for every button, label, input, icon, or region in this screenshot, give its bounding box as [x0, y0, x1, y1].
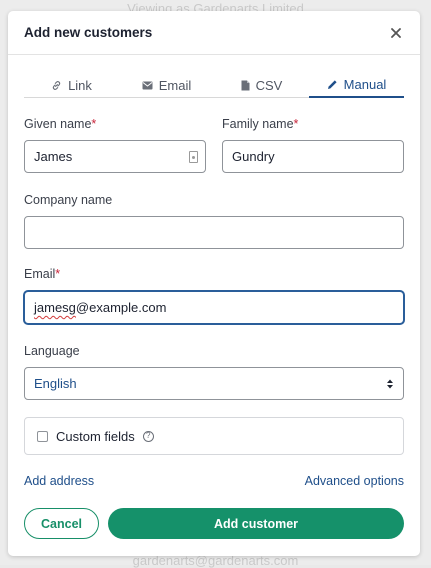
- close-icon[interactable]: [388, 25, 404, 41]
- link-icon: [51, 80, 62, 91]
- email-domain-part: @example.com: [76, 300, 167, 315]
- language-select[interactable]: English: [24, 367, 404, 400]
- given-name-label-text: Given name: [24, 117, 91, 131]
- advanced-options-link[interactable]: Advanced options: [305, 474, 404, 488]
- select-arrows-icon: [386, 378, 394, 390]
- family-name-input[interactable]: Gundry: [222, 140, 404, 173]
- family-name-value: Gundry: [232, 149, 275, 164]
- email-input[interactable]: jamesg@example.com: [24, 291, 404, 324]
- modal-header: Add new customers: [8, 11, 420, 55]
- email-value: jamesg@example.com: [34, 300, 166, 315]
- tab-link[interactable]: Link: [24, 73, 119, 97]
- help-icon[interactable]: ?: [143, 431, 154, 442]
- method-tabs: Link Email CSV Manual: [24, 73, 404, 98]
- modal-title: Add new customers: [24, 25, 152, 40]
- language-value: English: [34, 376, 77, 391]
- email-misspelled-part: jamesg: [34, 300, 76, 315]
- tab-link-label: Link: [68, 78, 92, 93]
- family-name-label: Family name*: [222, 117, 298, 131]
- custom-fields-row: Custom fields ?: [24, 417, 404, 455]
- tab-csv[interactable]: CSV: [214, 73, 309, 97]
- contact-card-icon[interactable]: [189, 151, 198, 163]
- file-icon: [241, 80, 250, 91]
- add-customers-modal: Add new customers Link Email CSV: [8, 11, 420, 556]
- given-name-input[interactable]: James: [24, 140, 206, 173]
- add-customer-button[interactable]: Add customer: [108, 508, 404, 539]
- email-label: Email*: [24, 267, 60, 281]
- language-label: Language: [24, 344, 80, 358]
- tab-manual-label: Manual: [344, 77, 387, 92]
- required-mark: *: [55, 267, 60, 281]
- envelope-icon: [142, 81, 153, 90]
- cancel-button[interactable]: Cancel: [24, 508, 99, 539]
- tab-manual[interactable]: Manual: [309, 73, 404, 98]
- add-address-link[interactable]: Add address: [24, 474, 94, 488]
- required-mark: *: [294, 117, 299, 131]
- given-name-label: Given name*: [24, 117, 96, 131]
- custom-fields-checkbox[interactable]: [37, 431, 48, 442]
- email-label-text: Email: [24, 267, 55, 281]
- required-mark: *: [91, 117, 96, 131]
- custom-fields-label: Custom fields: [56, 429, 135, 444]
- company-name-input[interactable]: [24, 216, 404, 249]
- company-name-label: Company name: [24, 193, 112, 207]
- pencil-icon: [327, 79, 338, 90]
- family-name-label-text: Family name: [222, 117, 294, 131]
- given-name-value: James: [34, 149, 72, 164]
- tab-email[interactable]: Email: [119, 73, 214, 97]
- tab-email-label: Email: [159, 78, 192, 93]
- tab-csv-label: CSV: [256, 78, 283, 93]
